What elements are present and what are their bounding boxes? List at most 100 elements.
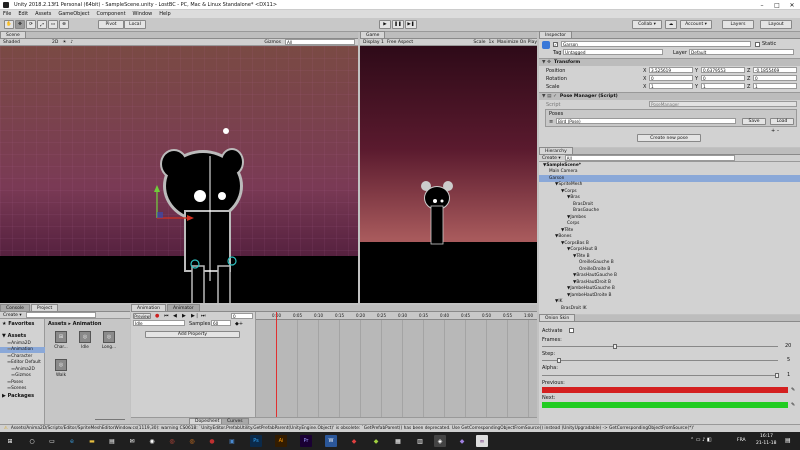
toggle-2d-button[interactable]: 2D — [52, 40, 58, 45]
project-file[interactable]: ⊞ Char... — [51, 331, 71, 349]
menu-assets[interactable]: Assets — [35, 11, 51, 17]
minimize-icon[interactable]: – — [755, 0, 769, 10]
object-name-input[interactable]: Garson — [561, 41, 751, 47]
project-breadcrumb[interactable]: Assets ▸ Animation — [48, 321, 101, 327]
scale-tool-button[interactable]: ⤢ — [37, 20, 47, 29]
frames-slider-thumb[interactable] — [613, 344, 617, 349]
scene-viewport[interactable] — [0, 46, 358, 303]
tab-onion-skin[interactable]: Onion Skin — [539, 314, 576, 321]
packages-header[interactable]: ▶ Packages — [2, 393, 34, 399]
edge-icon[interactable]: e — [66, 435, 78, 447]
space-toggle[interactable]: Local — [124, 20, 146, 29]
next-key-icon[interactable]: ▶❘ — [191, 313, 199, 319]
activate-checkbox[interactable] — [569, 328, 574, 333]
step-button[interactable]: ▶❚ — [405, 20, 417, 29]
project-file[interactable]: ◎ Long... — [99, 331, 119, 349]
hierarchy-create-dropdown[interactable]: Create ▾ — [542, 156, 561, 161]
clock-time[interactable]: 16:17 — [760, 434, 773, 439]
account-dropdown[interactable]: Account ▾ — [680, 20, 712, 29]
status-bar[interactable]: ⚠ Assets/Anima2D/Scripts/Editor/SpriteMe… — [0, 424, 800, 432]
maximize-icon[interactable]: □ — [770, 0, 784, 10]
hierarchy-search-input[interactable]: All — [564, 155, 735, 161]
game-viewport[interactable] — [360, 46, 537, 303]
menu-gameobject[interactable]: GameObject — [58, 11, 89, 17]
step-slider[interactable] — [542, 360, 778, 361]
hand-tool-button[interactable]: ✋ — [4, 20, 14, 29]
search-icon[interactable]: ○ — [26, 435, 38, 447]
aspect-dropdown[interactable]: Free Aspect — [387, 40, 413, 45]
last-key-icon[interactable]: ⏭ — [201, 313, 206, 319]
app-icon[interactable]: ◆ — [348, 435, 360, 447]
maximize-toggle[interactable]: Maximize On Play — [497, 40, 537, 45]
move-tool-button[interactable]: ✥ — [15, 20, 25, 29]
language-indicator[interactable]: FRA — [737, 438, 746, 443]
preview-button[interactable]: Preview — [133, 313, 151, 319]
drag-handle-icon[interactable]: ≡ — [549, 119, 553, 125]
rotation-x-field[interactable]: 0 — [649, 75, 693, 81]
tab-project[interactable]: Project — [30, 304, 59, 311]
first-key-icon[interactable]: ⏮ — [164, 313, 169, 319]
tab-inspector[interactable]: Inspector — [539, 31, 572, 38]
app-icon[interactable]: ▥ — [414, 435, 426, 447]
tray-icons[interactable]: ⌃ ▭ ♪ ◧ — [690, 437, 712, 443]
app-icon[interactable]: ◆ — [370, 435, 382, 447]
create-pose-button[interactable]: Create new pose — [637, 134, 701, 142]
eyedropper-icon[interactable]: ✎ — [791, 402, 795, 408]
pivot-toggle[interactable]: Pivot — [98, 20, 124, 29]
rotate-tool-button[interactable]: ⟳ — [26, 20, 36, 29]
scene-search-input[interactable]: All — [285, 39, 355, 45]
menu-component[interactable]: Component — [97, 11, 126, 17]
calculator-icon[interactable]: ▦ — [392, 435, 404, 447]
step-slider-thumb[interactable] — [557, 358, 561, 363]
visual-studio-icon[interactable]: ∞ — [476, 435, 488, 447]
project-create-dropdown[interactable]: Create ▾ — [3, 313, 22, 318]
scale-z-field[interactable]: 1 — [753, 83, 797, 89]
tag-dropdown[interactable]: Untagged — [563, 49, 663, 55]
display-dropdown[interactable]: Display 1 — [363, 40, 384, 45]
frames-slider[interactable] — [542, 346, 778, 347]
menu-help[interactable]: Help — [159, 11, 170, 17]
alpha-slider[interactable] — [542, 375, 778, 376]
scale-y-field[interactable]: 1 — [701, 83, 745, 89]
clock-date[interactable]: 21-11-18 — [756, 441, 776, 446]
scale-x-field[interactable]: 1 — [649, 83, 693, 89]
transform-header[interactable]: ▼ ✥ Transform — [539, 58, 800, 66]
pose-manager-header[interactable]: ▼ ▤ ✓ Pose Manager (Script) — [539, 92, 800, 100]
pause-button[interactable]: ❚❚ — [392, 20, 404, 29]
clip-dropdown[interactable]: Idle — [133, 320, 185, 326]
add-property-button[interactable]: Add Property — [145, 331, 240, 338]
explorer-icon[interactable]: ▬ — [86, 435, 98, 447]
hierarchy-item[interactable]: ▼ JambeHautDroite B — [567, 292, 612, 299]
transform-tool-button[interactable]: ⊕ — [59, 20, 69, 29]
prev-key-icon[interactable]: ◀ — [173, 313, 177, 319]
project-search-input[interactable] — [25, 312, 96, 318]
thumbnail-size-slider[interactable] — [95, 419, 125, 420]
steam-icon[interactable]: ◉ — [146, 435, 158, 447]
rect-tool-button[interactable]: ▭ — [48, 20, 58, 29]
shading-dropdown[interactable]: Shaded — [3, 40, 48, 45]
gizmos-dropdown[interactable]: Gizmos — [264, 40, 281, 45]
tab-animator[interactable]: Animator — [166, 304, 200, 311]
favorites-header[interactable]: ★ Favorites — [2, 321, 34, 327]
task-view-icon[interactable]: ▭ — [46, 435, 58, 447]
audio-icon[interactable]: ♪ — [70, 40, 73, 45]
project-file[interactable]: ◎ Idle — [75, 331, 95, 349]
tab-hierarchy[interactable]: Hierarchy — [539, 147, 573, 154]
record-icon[interactable]: ● — [155, 313, 159, 319]
project-file[interactable]: ◎ Walk — [51, 359, 71, 377]
frames-value[interactable]: 20 — [785, 343, 791, 349]
step-value[interactable]: 5 — [787, 357, 790, 363]
list-add-remove[interactable]: + – — [771, 128, 779, 134]
play-anim-icon[interactable]: ▶ — [182, 313, 186, 319]
assets-header[interactable]: ▼ Assets — [2, 333, 26, 339]
tab-game[interactable]: Game — [360, 31, 386, 38]
menu-edit[interactable]: Edit — [18, 11, 28, 17]
eyedropper-icon[interactable]: ✎ — [791, 387, 795, 393]
premiere-icon[interactable]: Pr — [300, 435, 312, 447]
app-icon[interactable]: ▣ — [226, 435, 238, 447]
mail-icon[interactable]: ✉ — [126, 435, 138, 447]
menu-file[interactable]: File — [3, 11, 11, 17]
samples-field[interactable]: 60 — [211, 320, 231, 326]
illustrator-icon[interactable]: Ai — [275, 435, 287, 447]
light-icon[interactable]: ☀ — [62, 40, 66, 45]
